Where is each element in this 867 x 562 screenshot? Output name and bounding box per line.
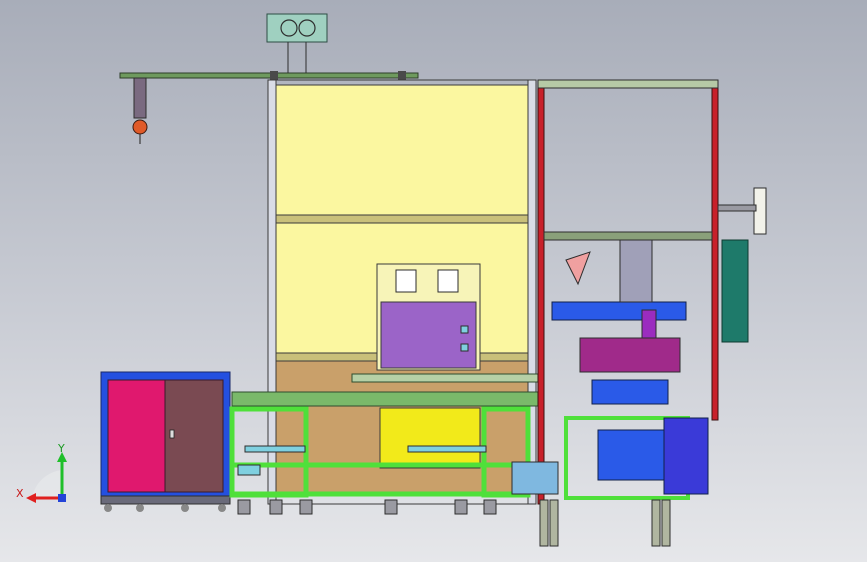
electrical-cabinet[interactable] — [100, 371, 231, 512]
triad-y-label: Y — [57, 442, 65, 455]
machine-assembly-drawing: X Y — [16, 13, 767, 547]
axis-triad: X Y — [16, 442, 67, 503]
lower-yellow-block — [379, 407, 481, 469]
top-control-box[interactable] — [266, 13, 328, 73]
access-panel[interactable] — [376, 263, 481, 371]
right-legs — [539, 499, 671, 547]
base-casters — [237, 499, 497, 515]
gantry-mechanism[interactable] — [551, 239, 687, 405]
side-control-panel[interactable] — [717, 187, 767, 343]
cad-viewport[interactable]: X Y — [0, 0, 867, 562]
triad-x-label: X — [16, 487, 24, 500]
